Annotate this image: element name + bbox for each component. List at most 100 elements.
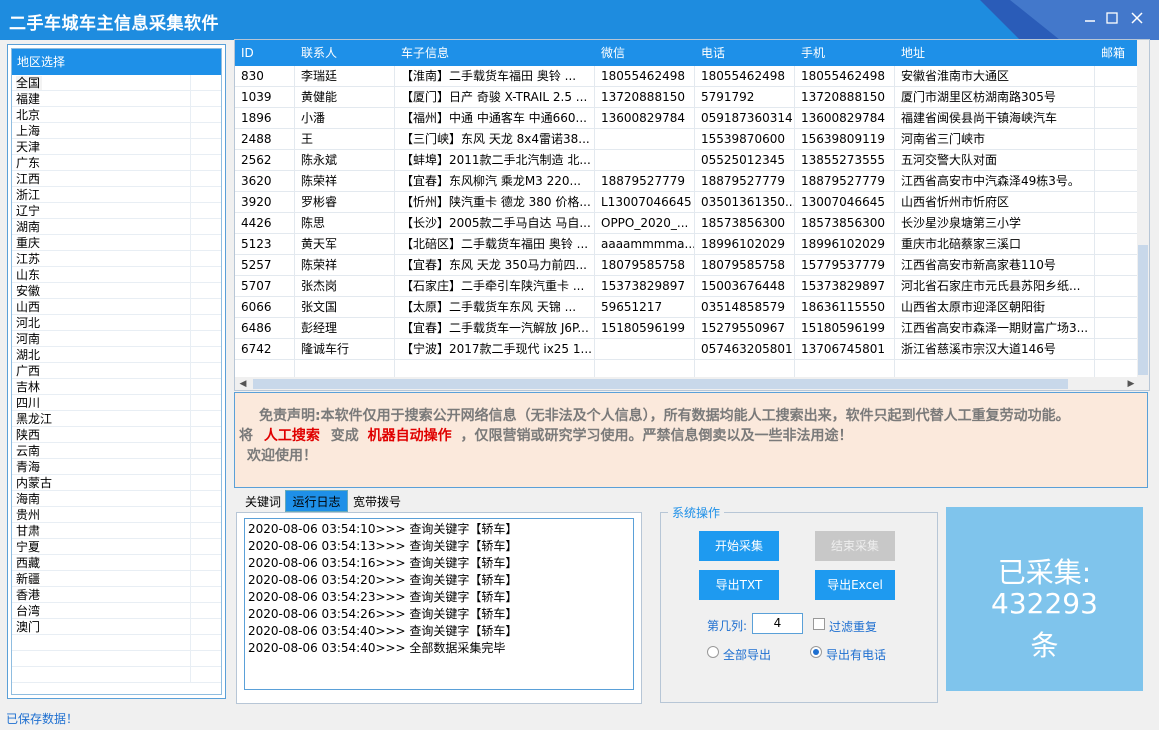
- region-item[interactable]: 云南: [12, 443, 221, 459]
- table-row[interactable]: 1896 小潘 【福州】中通 中通客车 中通660... 13600829784 059…: [235, 108, 1139, 129]
- table-row[interactable]: 1039 黄健能 【厦门】日产 奇骏 X-TRAIL 2.5 ... 13720888…: [235, 87, 1139, 108]
- region-item[interactable]: 黑龙江: [12, 411, 221, 427]
- filter-duplicates-checkbox[interactable]: [813, 618, 825, 630]
- column-header[interactable]: 车子信息: [395, 40, 595, 66]
- column-header[interactable]: 手机: [795, 40, 895, 66]
- tab-broadband-dial[interactable]: 宽带拨号: [348, 491, 406, 513]
- region-item[interactable]: 辽宁: [12, 203, 221, 219]
- table-row[interactable]: 5257 陈荣祥 【宜春】东风 天龙 350马力前四... 18079585758 18…: [235, 255, 1139, 276]
- table-cell: 18055462498: [795, 66, 895, 87]
- table-row[interactable]: 6486 彭经理 【宜春】二手载货车一汽解放 J6P... 15180596199 15…: [235, 318, 1139, 339]
- region-item[interactable]: 香港: [12, 587, 221, 603]
- table-cell: 13600829784: [595, 108, 695, 129]
- table-cell: 陈永斌: [295, 150, 395, 171]
- maximize-icon[interactable]: [1104, 11, 1120, 27]
- region-item[interactable]: 上海: [12, 123, 221, 139]
- start-collect-button[interactable]: 开始采集: [699, 531, 779, 561]
- column-header[interactable]: 地址: [895, 40, 1095, 66]
- column-header[interactable]: 电话: [695, 40, 795, 66]
- region-item[interactable]: 四川: [12, 395, 221, 411]
- export-all-radio[interactable]: [707, 646, 719, 658]
- table-row[interactable]: 2488 王【三门峡】东风 天龙 8x4雷诺38... 15539870600 156…: [235, 129, 1139, 150]
- table-row[interactable]: 2562 陈永斌 【蚌埠】2011款二手北汽制造 北... 05525012345 13…: [235, 150, 1139, 171]
- table-cell: OPPO_2020_...: [595, 213, 695, 234]
- region-item[interactable]: 澳门: [12, 619, 221, 635]
- column-header[interactable]: 联系人: [295, 40, 395, 66]
- region-item[interactable]: 福建: [12, 91, 221, 107]
- region-item[interactable]: 山西: [12, 299, 221, 315]
- minimize-icon[interactable]: [1082, 11, 1098, 27]
- region-list[interactable]: 全国 福建 北京 上海 天津 广东 江西 浙江 辽宁 湖南 重庆 江苏 山东 安徽 山西 河北 河南 湖北 广西 吉林…: [12, 75, 221, 683]
- region-item[interactable]: 山东: [12, 267, 221, 283]
- region-item[interactable]: 河南: [12, 331, 221, 347]
- region-item[interactable]: 重庆: [12, 235, 221, 251]
- region-item[interactable]: 天津: [12, 139, 221, 155]
- export-txt-button[interactable]: 导出TXT: [699, 570, 779, 600]
- vertical-scroll-thumb[interactable]: [1138, 245, 1148, 375]
- column-header[interactable]: 微信: [595, 40, 695, 66]
- region-listbox[interactable]: 地区选择 全国 福建 北京 上海 天津 广东 江西 浙江 辽宁 湖南 重庆 江苏 山东 安徽 山西 河北 河南湖…: [11, 48, 222, 695]
- region-item[interactable]: 全国: [12, 75, 221, 91]
- region-item[interactable]: 台湾: [12, 603, 221, 619]
- table-cell: 18079585758: [695, 255, 795, 276]
- table-row[interactable]: 5707 张杰岗 【石家庄】二手牵引车陕汽重卡 ... 15373829897 1500…: [235, 276, 1139, 297]
- vertical-scrollbar[interactable]: [1137, 40, 1149, 378]
- region-item[interactable]: 甘肃: [12, 523, 221, 539]
- export-excel-button[interactable]: 导出Excel: [815, 570, 895, 600]
- grid-body[interactable]: 830 李瑞廷 【淮南】二手载货车福田 奥铃 ... 18055462498 18055…: [235, 66, 1139, 381]
- region-item[interactable]: 广西: [12, 363, 221, 379]
- table-cell: 【宜春】东风 天龙 350马力前四...: [395, 255, 595, 276]
- region-item-label: 吉林: [16, 380, 41, 394]
- region-item-label: 贵州: [16, 508, 41, 522]
- region-item[interactable]: 青海: [12, 459, 221, 475]
- region-item[interactable]: 广东: [12, 155, 221, 171]
- region-item[interactable]: 河北: [12, 315, 221, 331]
- region-item-label: 湖北: [16, 348, 41, 362]
- region-item[interactable]: 贵州: [12, 507, 221, 523]
- table-cell: 15180596199: [595, 318, 695, 339]
- region-item[interactable]: 宁夏: [12, 539, 221, 555]
- region-item[interactable]: 湖南: [12, 219, 221, 235]
- table-cell: 5123: [235, 234, 295, 255]
- region-item[interactable]: 陕西: [12, 427, 221, 443]
- horizontal-scrollbar[interactable]: ◀ ▶: [235, 377, 1149, 390]
- scroll-right-icon[interactable]: ▶: [1125, 377, 1137, 390]
- data-grid[interactable]: ID 联系人 车子信息 微信 电话 手机 地址 邮箱 830 李瑞廷 【淮南】二手载货车福田 奥铃…: [234, 39, 1150, 391]
- region-item[interactable]: 西藏: [12, 555, 221, 571]
- table-cell: 15373829897: [595, 276, 695, 297]
- table-cell: 15279550967: [695, 318, 795, 339]
- column-header[interactable]: ID: [235, 40, 295, 66]
- table-cell: L13007046645: [595, 192, 695, 213]
- horizontal-scroll-thumb[interactable]: [253, 379, 1068, 389]
- region-item[interactable]: 湖北: [12, 347, 221, 363]
- region-item[interactable]: 北京: [12, 107, 221, 123]
- table-row[interactable]: 3620 陈荣祥 【宜春】东风柳汽 乘龙M3 220... 18879527779 18…: [235, 171, 1139, 192]
- table-row[interactable]: 830 李瑞廷 【淮南】二手载货车福田 奥铃 ... 18055462498 18055…: [235, 66, 1139, 87]
- run-log-textbox[interactable]: 2020-08-06 03:54:10>>> 查询关键字【轿车】 2020-08-…: [244, 518, 634, 690]
- region-item[interactable]: 江苏: [12, 251, 221, 267]
- region-item[interactable]: 新疆: [12, 571, 221, 587]
- table-row[interactable]: 6742 隆诚车行 【宁波】2017款二手现代 ix25 1... 057463205…: [235, 339, 1139, 360]
- table-cell: 15003676448: [695, 276, 795, 297]
- tab-keywords[interactable]: 关键词: [240, 491, 286, 513]
- stop-collect-button[interactable]: 结束采集: [815, 531, 895, 561]
- region-item[interactable]: 安徽: [12, 283, 221, 299]
- scroll-left-icon[interactable]: ◀: [237, 377, 249, 390]
- region-item[interactable]: 吉林: [12, 379, 221, 395]
- export-with-phone-label: 导出有电话: [826, 648, 887, 662]
- export-with-phone-radio[interactable]: [810, 646, 822, 658]
- region-item[interactable]: 内蒙古: [12, 475, 221, 491]
- tab-run-log[interactable]: 运行日志: [285, 490, 348, 512]
- table-row[interactable]: 3920 罗彬睿 【忻州】陕汽重卡 德龙 380 价格... L13007046645…: [235, 192, 1139, 213]
- disclaimer-welcome: 欢迎使用！: [247, 448, 317, 464]
- table-row[interactable]: 6066 张文国 【太原】二手载货车东风 天锦 ... 59651217 0351485…: [235, 297, 1139, 318]
- disclaimer-middle: 变成: [330, 428, 359, 444]
- column-number-input[interactable]: 4: [752, 613, 803, 634]
- log-line: 2020-08-06 03:54:40>>> 全部数据采集完毕: [248, 641, 506, 655]
- table-row[interactable]: 5123 黄天军 【北碚区】二手载货车福田 奥铃 ... aaaammmma... 18…: [235, 234, 1139, 255]
- close-icon[interactable]: [1129, 11, 1145, 27]
- region-item[interactable]: 江西: [12, 171, 221, 187]
- table-row[interactable]: 4426 陈思 【长沙】2005款二手马自达 马自... OPPO_2020_... 1…: [235, 213, 1139, 234]
- region-item[interactable]: 浙江: [12, 187, 221, 203]
- region-item[interactable]: 海南: [12, 491, 221, 507]
